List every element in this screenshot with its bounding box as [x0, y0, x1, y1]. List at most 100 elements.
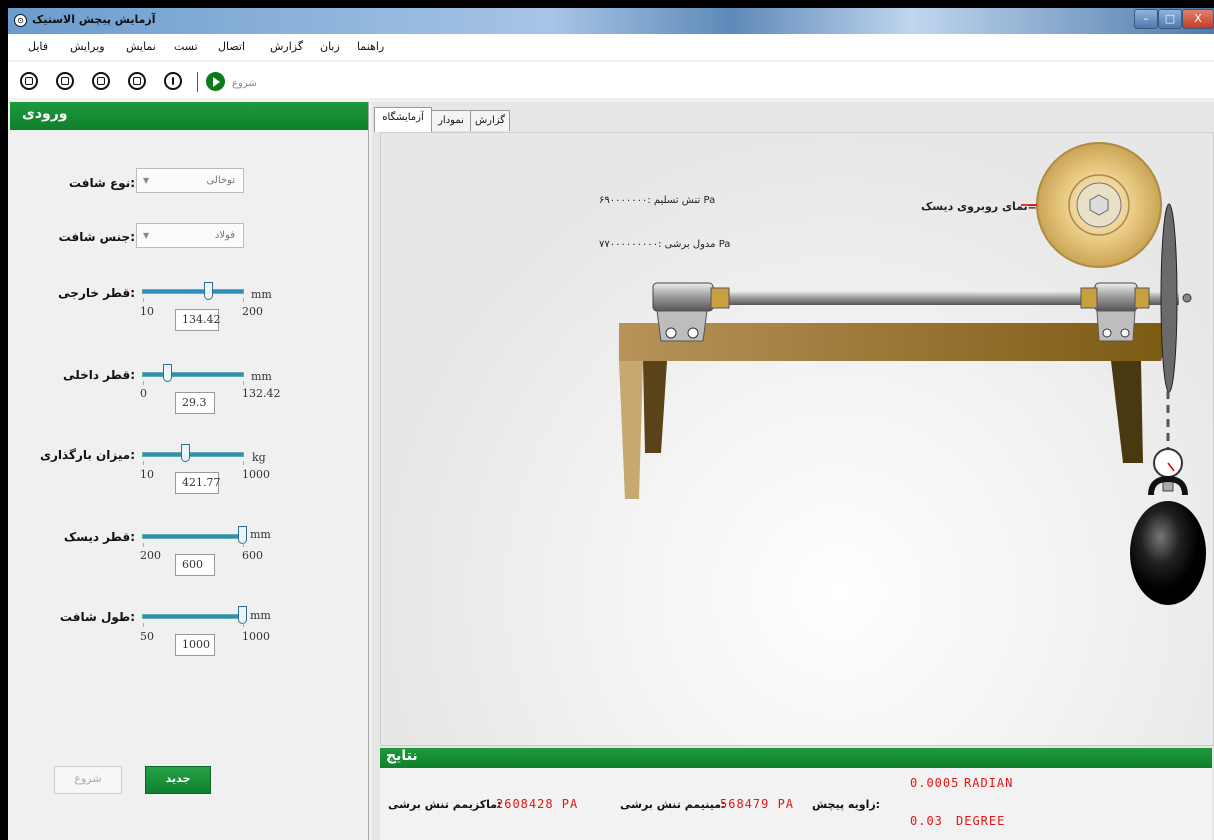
shaft-material-value: فولاد: [214, 230, 235, 241]
table-leg-front-left: [619, 361, 643, 499]
disk-side-view: [1160, 203, 1178, 393]
min-tick: [143, 543, 144, 547]
disk-diameter-min: 200: [140, 549, 161, 562]
inner-diameter-input[interactable]: 29.3: [175, 392, 215, 414]
save-icon[interactable]: [92, 72, 110, 90]
radian-unit: RADIAN: [964, 776, 1014, 790]
right-collar-right: [1134, 287, 1150, 309]
right-collar-left: [1080, 287, 1098, 309]
twist-angle-label: :زاویه پیچش: [812, 798, 881, 811]
start-button[interactable]: شروع: [54, 766, 122, 794]
title-bar: ⊙ آزمایش پیچش الاستیک – □ X: [8, 8, 1214, 34]
tab-laboratory[interactable]: آزمایشگاه: [374, 107, 432, 132]
disk-diameter-unit: mm: [250, 528, 271, 541]
min-tick: [143, 623, 144, 627]
main-panel: آزمایشگاه نمودار گزارش Pa تنش تسلیم :۶۹۰…: [372, 102, 1214, 840]
table-leg-back-right: [1111, 361, 1143, 463]
max-tick: [243, 298, 244, 302]
disk-diameter-slider-track[interactable]: [142, 534, 244, 539]
outer-diameter-input[interactable]: 134.42: [175, 309, 221, 331]
menu-file[interactable]: فایل: [28, 40, 48, 53]
toolbar-start-label[interactable]: شروع: [232, 78, 257, 89]
load-min: 10: [140, 468, 154, 481]
outer-diameter-slider-track[interactable]: [142, 289, 244, 294]
degree-unit: DEGREE: [956, 814, 1006, 828]
max-tick: [243, 461, 244, 465]
results-panel: :ماکزیمم تنش برشی 2608428 PA :مینیمم تنش…: [380, 768, 1212, 840]
torsion-apparatus: [619, 142, 1206, 605]
app-window: ⊙ آزمایش پیچش الاستیک – □ X فایل ویرایش …: [8, 8, 1214, 840]
bolt-icon: [1102, 328, 1112, 338]
results-title: نتایج: [386, 748, 418, 764]
menu-connect[interactable]: اتصال: [218, 40, 245, 53]
tab-chart[interactable]: نمودار: [431, 110, 471, 131]
disk-diameter-label: :قطر دیسک: [63, 530, 135, 544]
min-shear-value: 568479 PA: [720, 797, 795, 811]
chevron-down-icon: ▼: [143, 176, 150, 185]
load-max: 1000: [242, 468, 270, 481]
load-slider-track[interactable]: [142, 452, 244, 457]
new-button[interactable]: جدید: [145, 766, 211, 794]
load-input[interactable]: 421.77: [175, 472, 221, 494]
play-icon[interactable]: [206, 72, 225, 91]
shaft-length-max: 1000: [242, 630, 270, 643]
info-icon[interactable]: [164, 72, 182, 90]
new-icon[interactable]: [20, 72, 38, 90]
load-slider-thumb[interactable]: [181, 444, 191, 462]
max-tick: [243, 543, 244, 547]
outer-diameter-slider-thumb[interactable]: [204, 282, 214, 300]
right-bearing: [1094, 282, 1138, 312]
left-collar: [710, 287, 730, 309]
minimize-button[interactable]: –: [1134, 9, 1158, 29]
max-tick: [243, 623, 244, 627]
maximize-button[interactable]: □: [1158, 9, 1182, 29]
shaft-length-unit: mm: [250, 609, 271, 622]
max-tick: [243, 381, 244, 385]
table-leg-back-left: [643, 361, 667, 453]
toolbar-separator: [197, 72, 198, 92]
inner-diameter-slider-track[interactable]: [142, 372, 244, 377]
right-bearing-base: [1096, 310, 1136, 342]
shaft-material-select[interactable]: ▼ فولاد: [136, 223, 244, 248]
bolt-icon: [665, 327, 677, 339]
window-title: آزمایش پیچش الاستیک: [32, 13, 156, 26]
degree-value: 0.03: [910, 814, 943, 828]
disk-diameter-max: 600: [242, 549, 263, 562]
shaft-length-slider-thumb[interactable]: [238, 606, 247, 624]
shaft-type-label: :نوع شافت: [68, 176, 135, 190]
min-tick: [143, 461, 144, 465]
inner-diameter-label: :قطر داخلی: [63, 368, 135, 382]
close-button[interactable]: X: [1182, 9, 1214, 29]
input-panel-header: ورودی: [10, 102, 368, 130]
inner-diameter-min: 0: [140, 387, 147, 400]
min-shear-label: :مینیمم تنش برشی: [620, 798, 726, 811]
shaft-length-min: 50: [140, 630, 154, 643]
shaft-length-input[interactable]: 1000: [175, 634, 215, 656]
print-icon[interactable]: [128, 72, 146, 90]
left-clamp-base: [656, 310, 708, 342]
weight-kettlebell-icon: [1130, 501, 1206, 605]
inner-diameter-slider-thumb[interactable]: [163, 364, 173, 382]
disk-diameter-input[interactable]: 600: [175, 554, 215, 576]
outer-diameter-min: 10: [140, 305, 154, 318]
menu-help[interactable]: راهنما: [357, 40, 384, 53]
open-icon[interactable]: [56, 72, 74, 90]
max-shear-value: 2608428 PA: [496, 797, 579, 811]
chevron-down-icon: ▼: [143, 231, 150, 240]
shaft-length-slider-track[interactable]: [142, 614, 244, 619]
menu-test[interactable]: تست: [174, 40, 198, 53]
min-tick: [143, 298, 144, 302]
shaft-type-value: توخالی: [206, 175, 235, 186]
inner-diameter-unit: mm: [251, 370, 272, 383]
bolt-icon: [687, 327, 699, 339]
menu-report[interactable]: گزارش: [270, 40, 303, 53]
shaft-type-select[interactable]: ▼ توخالی: [136, 168, 244, 193]
menu-language[interactable]: زبان: [320, 40, 340, 53]
tab-report[interactable]: گزارش: [470, 110, 510, 131]
disk-diameter-slider-thumb[interactable]: [238, 526, 247, 544]
min-tick: [143, 381, 144, 385]
nut-icon: [1089, 194, 1109, 216]
app-icon: ⊙: [14, 14, 27, 27]
menu-edit[interactable]: ویرایش: [70, 40, 105, 53]
menu-view[interactable]: نمایش: [126, 40, 156, 53]
